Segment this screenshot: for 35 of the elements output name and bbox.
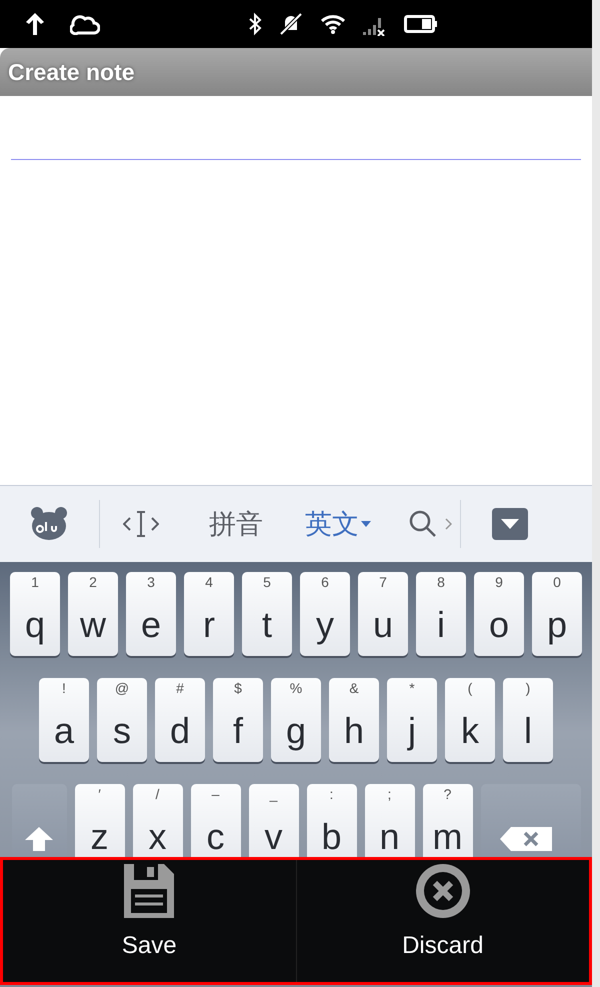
text-cursor-icon[interactable] (123, 510, 159, 538)
keyboard-key[interactable]: 4 r (184, 572, 234, 656)
keyboard-key[interactable]: 0 p (532, 572, 582, 656)
backspace-icon (498, 826, 552, 852)
keyboard-key[interactable]: & h (329, 678, 379, 762)
keyboard-key[interactable]: 8 i (416, 572, 466, 656)
shift-icon (24, 826, 54, 852)
keyboard-key[interactable]: 5 t (242, 572, 292, 656)
upload-icon (24, 11, 46, 37)
bluetooth-icon (248, 12, 262, 36)
battery-icon (404, 14, 438, 34)
wifi-icon (320, 13, 346, 35)
cloud-icon (70, 13, 100, 35)
bear-logo-icon (31, 507, 67, 541)
keyboard-key[interactable]: $ f (213, 678, 263, 762)
keyboard-key[interactable]: ) l (503, 678, 553, 762)
collapse-keyboard-icon[interactable] (492, 508, 528, 540)
keyboard-key[interactable]: 7 u (358, 572, 408, 656)
screen-title: Create note (8, 58, 135, 87)
keyboard-key[interactable]: 1 q (10, 572, 60, 656)
search-icon[interactable] (409, 510, 437, 538)
keyboard-key[interactable]: 2 w (68, 572, 118, 656)
dropdown-caret-icon (361, 520, 371, 528)
keyboard-key[interactable]: % g (271, 678, 321, 762)
keyboard-key[interactable]: ( k (445, 678, 495, 762)
input-mode-tab[interactable]: 拼音 (209, 504, 263, 544)
keyboard-key[interactable]: 3 e (126, 572, 176, 656)
keyboard-key[interactable]: # d (155, 678, 205, 762)
input-mode-tab[interactable]: 英文 (305, 504, 371, 544)
muted-bell-icon (278, 12, 304, 36)
keyboard-key[interactable]: 6 y (300, 572, 350, 656)
keyboard-key[interactable]: 9 o (474, 572, 524, 656)
keyboard-key[interactable]: ! a (39, 678, 89, 762)
keyboard-key[interactable]: @ s (97, 678, 147, 762)
keyboard-key[interactable]: * j (387, 678, 437, 762)
